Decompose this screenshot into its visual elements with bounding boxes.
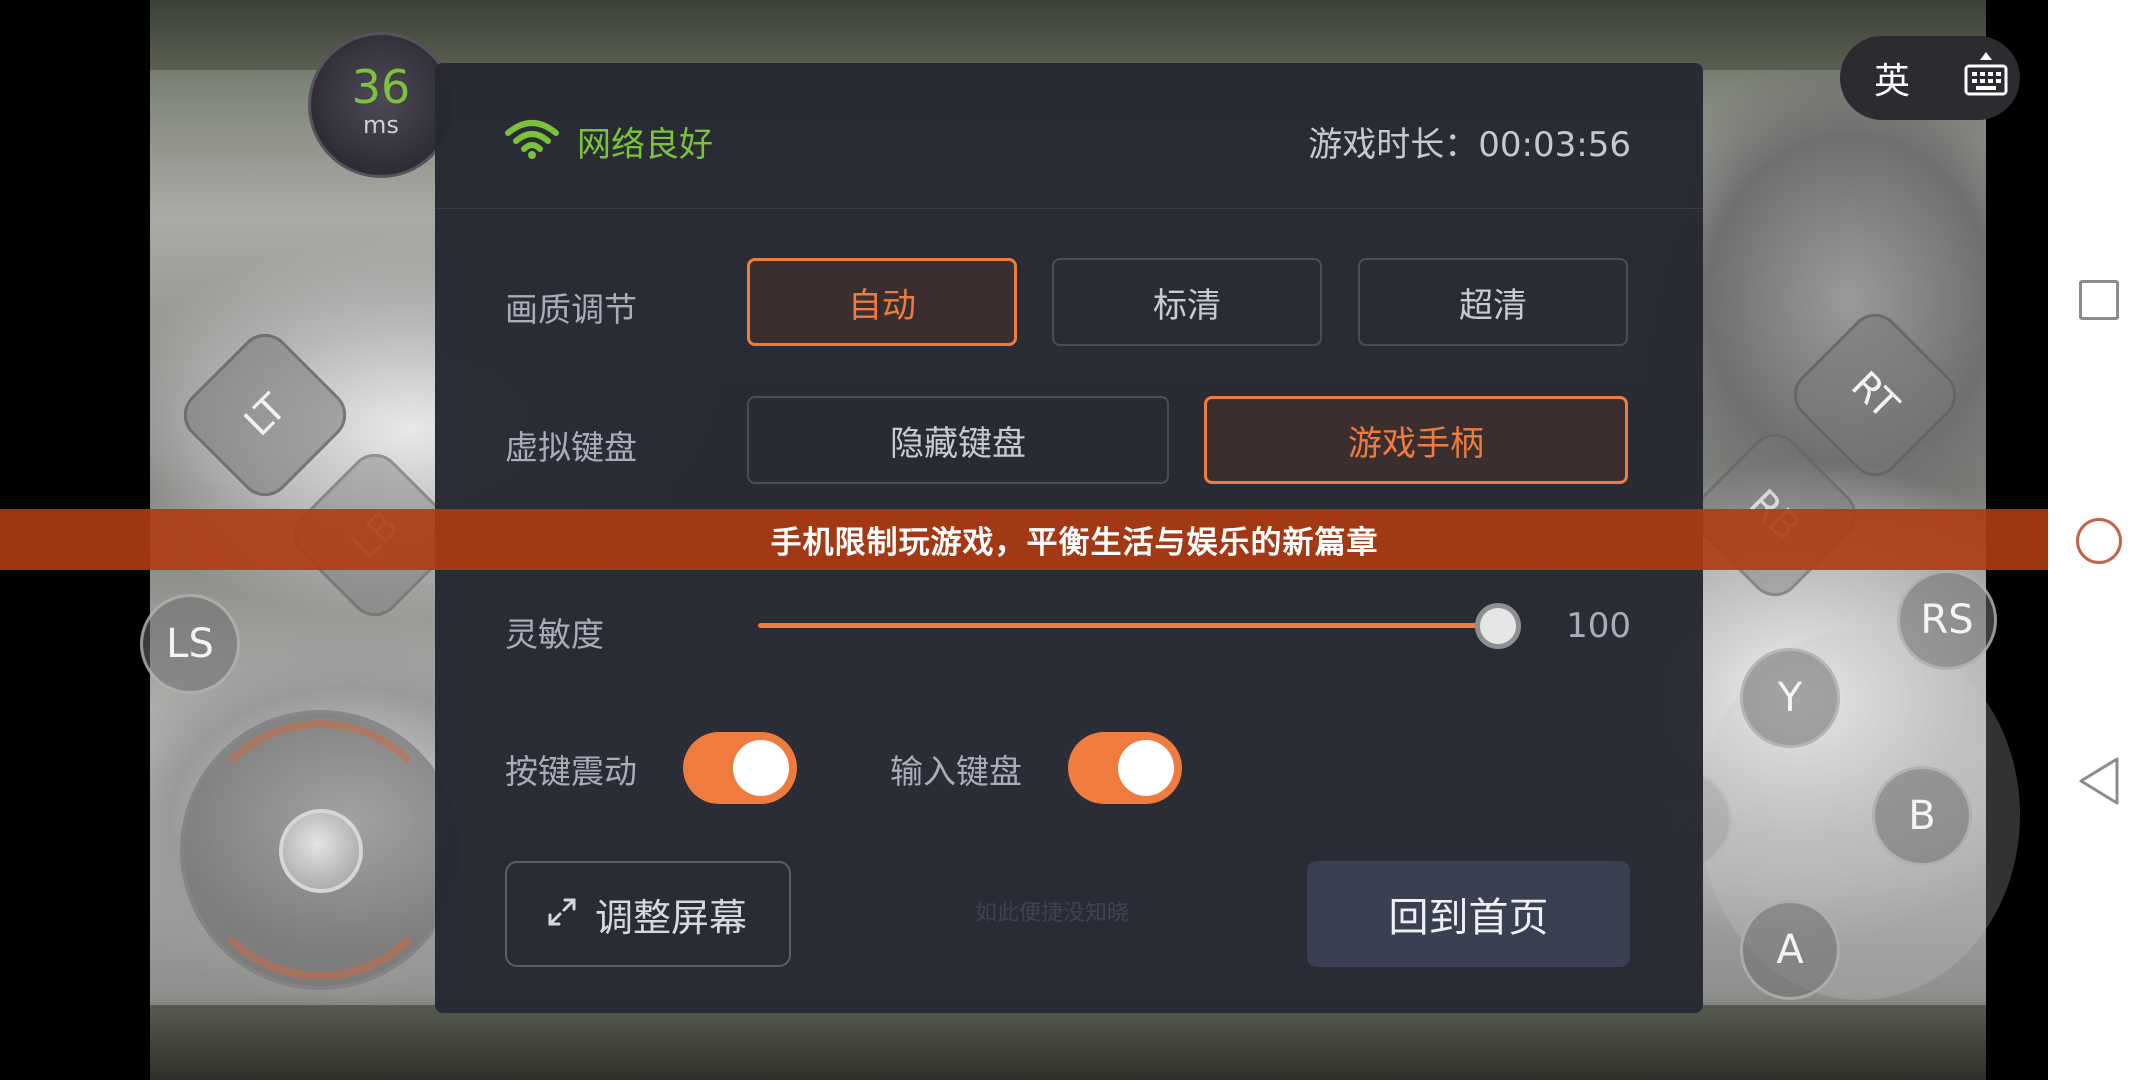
ping-unit: ms [363, 111, 399, 139]
vibration-toggle[interactable] [683, 732, 797, 804]
hide-keyboard-button[interactable]: 隐藏键盘 [747, 396, 1169, 484]
adjust-screen-button[interactable]: 调整屏幕 [505, 861, 791, 967]
quality-sd-button[interactable]: 标清 [1052, 258, 1322, 346]
adjust-screen-label: 调整屏幕 [595, 895, 748, 940]
ls-button[interactable]: LS [140, 594, 240, 694]
a-button[interactable]: A [1740, 900, 1840, 1000]
sensitivity-value: 100 [1566, 606, 1631, 646]
input-keyboard-label: 输入键盘 [890, 752, 1022, 791]
panel-header: 网络良好 游戏时长：00:03:56 [435, 63, 1703, 209]
quality-label: 画质调节 [505, 290, 637, 329]
network-status: 网络良好 [577, 125, 713, 165]
caption-banner: 手机限制玩游戏，平衡生活与娱乐的新篇章 [0, 509, 2149, 570]
gamepad-button[interactable]: 游戏手柄 [1204, 396, 1628, 484]
sensitivity-slider-thumb[interactable] [1475, 603, 1521, 649]
input-keyboard-toggle[interactable] [1068, 732, 1182, 804]
joystick-knob[interactable] [279, 809, 363, 893]
recents-button[interactable] [2078, 280, 2119, 320]
home-button[interactable]: 回到首页 [1307, 861, 1630, 967]
home-nav-button[interactable] [2075, 518, 2122, 564]
b-button[interactable]: B [1872, 766, 1972, 866]
system-nav-bar [2048, 0, 2149, 1080]
rs-button[interactable]: RS [1897, 570, 1997, 670]
sensitivity-slider[interactable] [758, 623, 1498, 628]
sensitivity-label: 灵敏度 [505, 615, 604, 654]
quality-auto-button[interactable]: 自动 [747, 258, 1017, 346]
caption-text: 手机限制玩游戏，平衡生活与娱乐的新篇章 [770, 525, 1379, 561]
hint-text: 如此便捷没知晓 [975, 901, 1130, 926]
virtual-keyboard-label: 虚拟键盘 [505, 428, 637, 467]
play-time: 游戏时长：00:03:56 [1308, 125, 1631, 165]
y-button[interactable]: Y [1740, 648, 1840, 748]
keyboard-icon[interactable] [1964, 52, 2008, 106]
expand-icon [547, 892, 577, 936]
ping-badge: 36 ms [308, 32, 454, 178]
ping-value: 36 [351, 60, 411, 114]
wifi-icon [505, 119, 559, 163]
quality-hd-button[interactable]: 超清 [1358, 258, 1628, 346]
game-bottom-strip [150, 1005, 1986, 1080]
ime-pill[interactable]: 英 [1840, 36, 2020, 120]
toggle-knob [1118, 740, 1174, 796]
left-joystick[interactable] [180, 710, 460, 990]
language-toggle[interactable]: 英 [1874, 52, 1910, 104]
vibration-label: 按键震动 [505, 752, 637, 791]
toggle-knob [733, 740, 789, 796]
